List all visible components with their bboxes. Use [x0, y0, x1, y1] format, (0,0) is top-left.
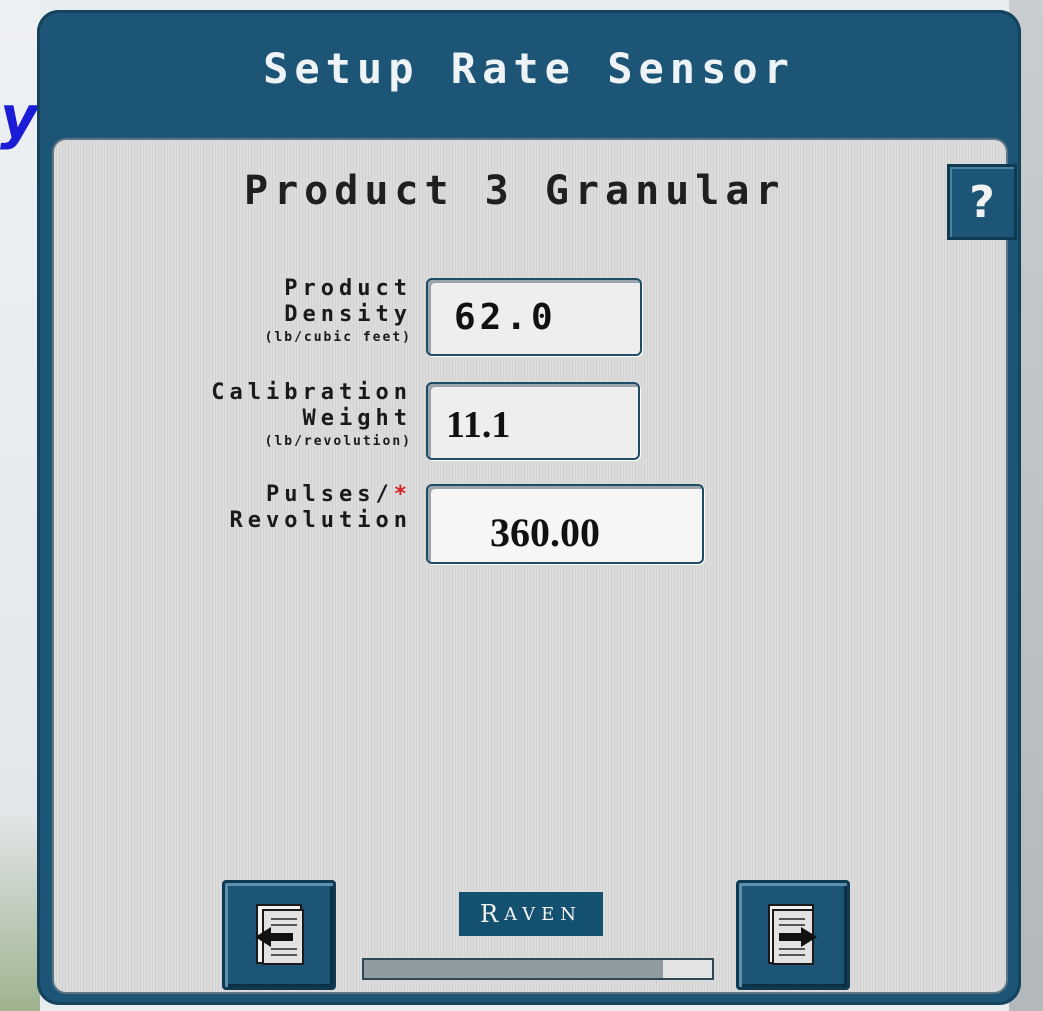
page-title: Setup Rate Sensor [263, 44, 795, 93]
brand-initial: R [479, 900, 505, 928]
next-arrow-page-icon [768, 904, 817, 965]
background-left [0, 0, 40, 1011]
pulses-label: Pulses/* Revolution [230, 482, 412, 534]
product-title: Product 3 Granular [244, 168, 786, 214]
progress-bar [362, 958, 714, 980]
density-label: Product Density (lb/cubic feet) [265, 276, 412, 348]
calibration-weight-label-line1: Calibration [211, 380, 412, 405]
next-button[interactable] [736, 880, 850, 990]
calibration-weight-input[interactable]: 11.1 [426, 382, 640, 460]
back-arrow-page-icon [255, 904, 304, 965]
product-density-input[interactable]: 62.0 [426, 278, 642, 356]
content-panel: Product 3 Granular ? Product Density (lb… [52, 138, 1017, 994]
title-bar: Setup Rate Sensor [37, 10, 1021, 135]
progress-fill [364, 960, 664, 978]
density-label-line1: Product [284, 276, 412, 301]
density-label-line2: Density [284, 302, 412, 327]
required-marker: * [393, 482, 412, 507]
help-button[interactable]: ? [947, 164, 1017, 240]
back-button[interactable] [222, 880, 336, 990]
brand-rest: AVEN [504, 903, 583, 925]
calibration-weight-unit: (lb/revolution) [264, 434, 412, 449]
density-unit: (lb/cubic feet) [264, 330, 412, 345]
pulses-per-revolution-input[interactable]: 360.00 [426, 484, 704, 564]
calibration-weight-label-line2: Weight [302, 406, 412, 431]
terminal-screen: Setup Rate Sensor Product 3 Granular ? P… [37, 10, 1021, 1005]
pulses-label-line2: Revolution [229, 508, 412, 533]
pulses-label-line1: Pulses/* [230, 482, 412, 508]
raven-logo: R AVEN [459, 892, 603, 936]
calibration-weight-label: Calibration Weight (lb/revolution) [211, 380, 412, 452]
pulses-label-text: Pulses/ [266, 482, 394, 507]
stray-annotation-glyph: y [0, 83, 38, 151]
help-icon: ? [969, 176, 995, 228]
